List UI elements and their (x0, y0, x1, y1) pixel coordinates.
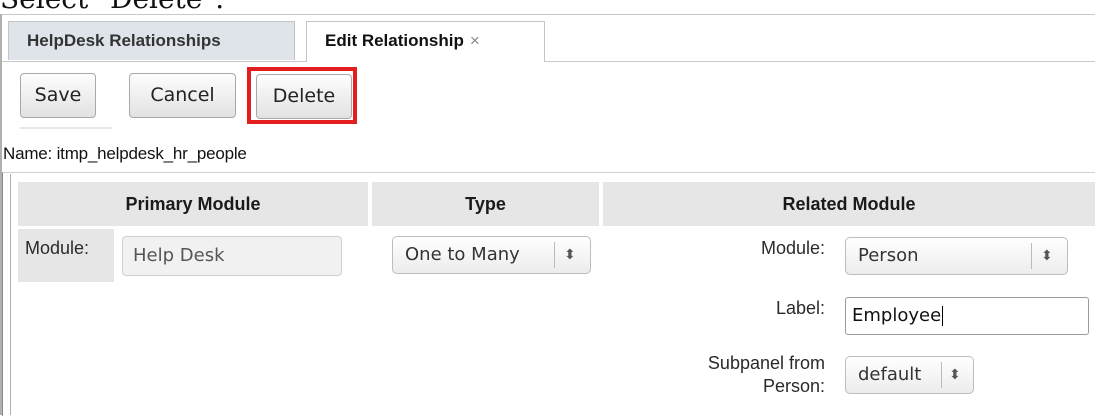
header-related-module: Related Module (603, 182, 1095, 226)
select-divider (1031, 243, 1032, 269)
type-select-value: One to Many (405, 244, 520, 265)
tab-label: HelpDesk Relationships (27, 31, 221, 50)
primary-module-field: Help Desk (122, 236, 342, 276)
select-arrows-icon: ⬍ (1041, 248, 1053, 264)
subpanel-label-line1: Subpanel from (707, 353, 825, 373)
document-heading: Select "Delete". (0, 0, 224, 15)
select-arrows-icon: ⬍ (949, 367, 961, 383)
related-module-label: Module: (760, 238, 825, 258)
select-divider (941, 362, 942, 388)
select-arrows-icon: ⬍ (564, 247, 576, 263)
related-module-value: Person (858, 245, 919, 266)
tab-helpdesk-relationships[interactable]: HelpDesk Relationships (8, 21, 295, 60)
toolbar-divider (20, 127, 112, 129)
tab-label: Edit Relationship (325, 31, 464, 50)
related-module-select[interactable]: Person ⬍ (845, 237, 1068, 275)
relationship-name: Name: itmp_helpdesk_hr_people (3, 144, 247, 163)
subpanel-select-value: default (858, 364, 922, 385)
tab-bar: HelpDesk Relationships Edit Relationship… (2, 14, 1095, 62)
select-divider (554, 242, 555, 268)
subpanel-select[interactable]: default ⬍ (845, 356, 974, 394)
subpanel-label-line2: Person: (762, 376, 825, 396)
save-button[interactable]: Save (20, 73, 96, 118)
delete-highlight-box (247, 67, 357, 124)
label-input[interactable]: Employee (845, 297, 1089, 335)
tab-edit-relationship[interactable]: Edit Relationship × (306, 21, 545, 62)
header-primary-module: Primary Module (18, 182, 368, 226)
text-cursor (942, 306, 944, 326)
primary-module-label: Module: (25, 238, 90, 258)
label-input-value: Employee (852, 305, 942, 326)
related-label-label: Label: (775, 298, 825, 318)
close-icon[interactable]: × (470, 31, 480, 50)
header-type: Type (372, 182, 599, 226)
type-select[interactable]: One to Many ⬍ (392, 236, 591, 274)
subpanel-label: Subpanel from Person: (660, 352, 825, 398)
cancel-button[interactable]: Cancel (129, 73, 236, 118)
